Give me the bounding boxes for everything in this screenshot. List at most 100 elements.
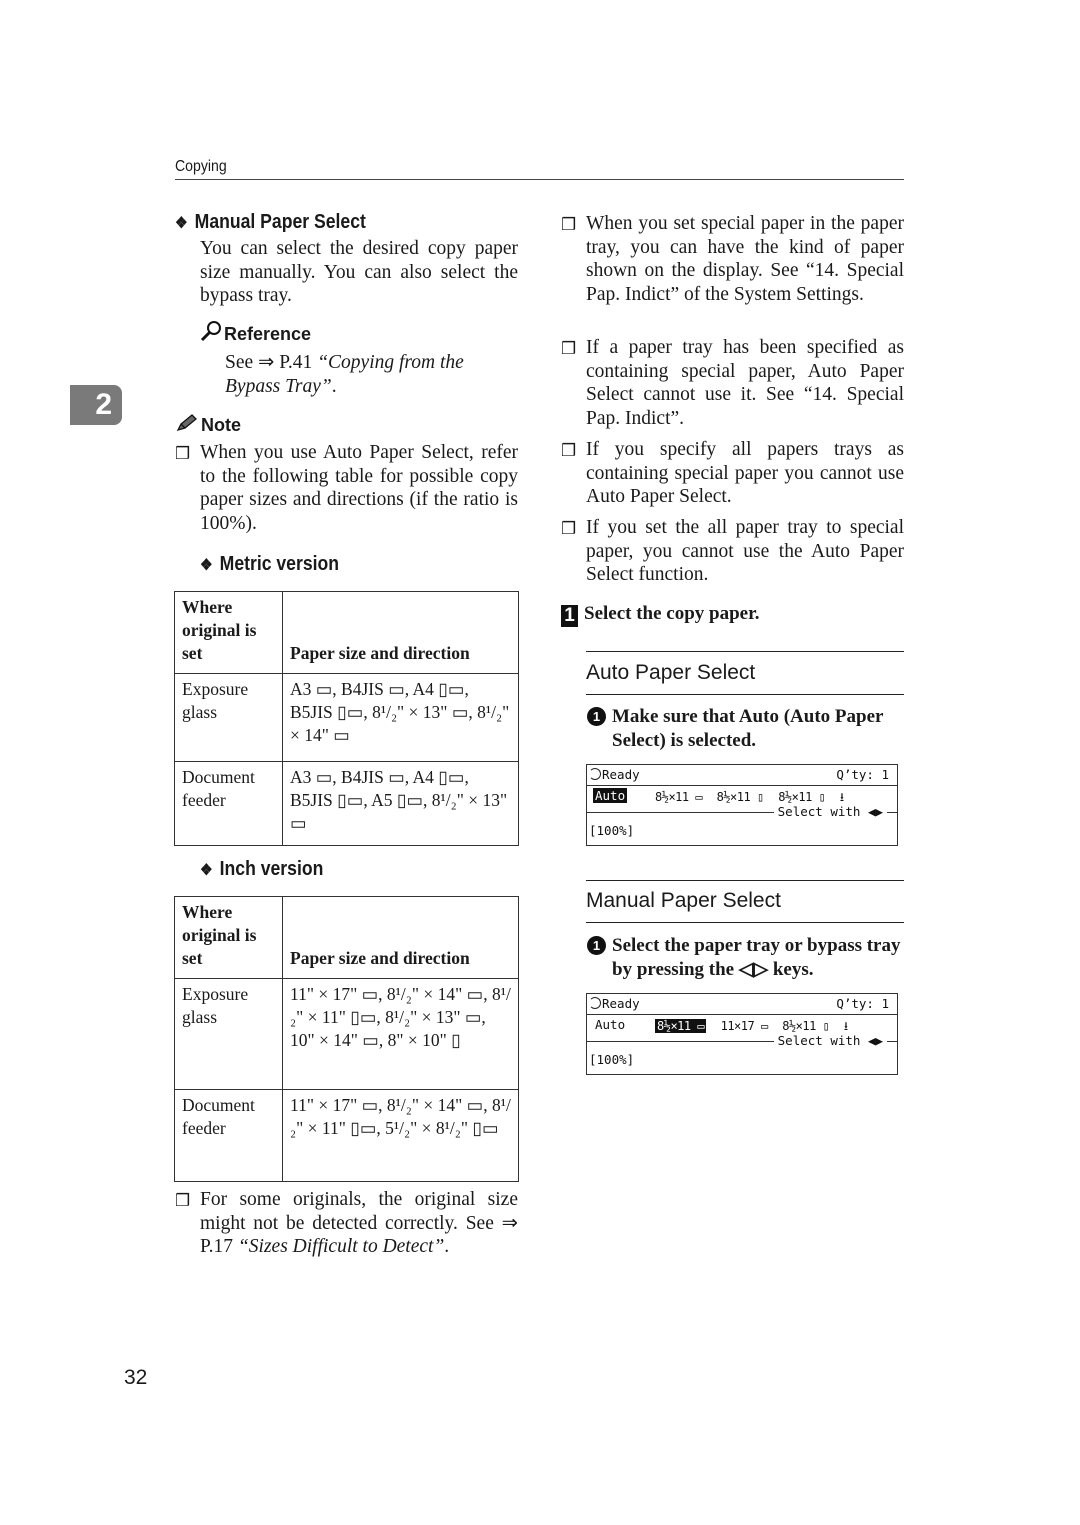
pencil-icon	[176, 414, 197, 432]
lcd-panel-manual: Ready Q’ty: 1 Auto 8½×11 ▭ 11×17 ▭ 8½×11…	[586, 993, 898, 1075]
table-row: Exposure glass A3 ▭, B4JIS ▭, A4 ▯▭, B5J…	[174, 673, 519, 762]
reference-label: Reference	[224, 324, 312, 344]
metric-version-heading: ❖ Metric version	[200, 553, 339, 576]
right-note-1: ❒ When you set special paper in the pape…	[561, 212, 904, 306]
where-cell: Document feeder	[174, 1089, 283, 1182]
section-rule	[586, 880, 904, 881]
manual-paper-select-body: You can select the desired copy paper si…	[200, 238, 518, 306]
lcd-tray-option[interactable]: 11×17 ▭	[721, 1019, 769, 1033]
lcd-panel-auto: Ready Q’ty: 1 Auto 8½×11 ▭ 8½×11 ▯ 8½×11…	[586, 764, 898, 846]
checkbox-bullet-icon: ❒	[561, 339, 577, 359]
lcd-tray-option[interactable]: 8½×11 ▭	[655, 790, 703, 804]
lcd-status: Ready	[589, 767, 640, 782]
sizes-cell: 11" × 17" ▭, 8¹/₂" × 14" ▭, 8¹/₂" × 11" …	[282, 978, 519, 1090]
heading-text: Metric version	[219, 553, 339, 575]
auto-substep: 1 Make sure that Auto (Auto Paper Select…	[587, 705, 904, 752]
table-row: Document feeder A3 ▭, B4JIS ▭, A4 ▯▭, B5…	[174, 761, 519, 846]
section-rule	[586, 922, 904, 923]
inch-version-heading: ❖ Inch version	[200, 858, 323, 881]
lcd-tray-option[interactable]: 8½×11 ▯	[782, 1019, 830, 1033]
note-text: When you set special paper in the paper …	[586, 213, 904, 305]
lcd-tray-row: Auto 8½×11 ▭ 11×17 ▭ 8½×11 ▯ ⭳	[587, 1016, 897, 1033]
lcd-status-row: Ready Q’ty: 1	[587, 765, 897, 786]
lcd-ratio: [100%]	[589, 1052, 635, 1067]
page-number: 32	[124, 1366, 148, 1389]
diamond-bullet-icon: ❖	[200, 557, 213, 574]
status-text: Ready	[602, 996, 640, 1011]
note-text: If you set the all paper tray to special…	[586, 517, 904, 585]
lcd-tray-option-selected[interactable]: 8½×11 ▭	[655, 1019, 707, 1033]
note-text: When you use Auto Paper Select, refer to…	[200, 442, 518, 534]
chapter-tab: 2	[70, 385, 122, 425]
lcd-status-row: Ready Q’ty: 1	[587, 994, 897, 1015]
substep-text: Select the paper tray or bypass tray by …	[612, 935, 901, 980]
note-text: If you specify all papers trays as conta…	[586, 439, 904, 507]
auto-paper-select-title: Auto Paper Select	[586, 661, 756, 684]
where-cell: Exposure glass	[174, 978, 283, 1090]
lcd-tray-row: Auto 8½×11 ▭ 8½×11 ▯ 8½×11 ▯ ⭳	[587, 787, 897, 804]
note-title: Note	[175, 413, 241, 436]
section-rule	[586, 651, 904, 652]
checkbox-bullet-icon: ❒	[561, 441, 577, 461]
reference-text: See ⇒ P.41 “Copying from the Bypass Tray…	[225, 351, 519, 398]
manual-paper-select-title: Manual Paper Select	[586, 889, 781, 912]
checkbox-bullet-icon: ❒	[175, 1191, 191, 1211]
reference-prefix: See ⇒ P.41	[225, 352, 318, 373]
checkbox-bullet-icon: ❒	[175, 444, 191, 464]
detect-note-link[interactable]: “Sizes Difficult to Detect”	[238, 1236, 444, 1257]
sizes-cell: A3 ▭, B4JIS ▭, A4 ▯▭, B5JIS ▯▭, 8¹/₂" × …	[282, 673, 519, 762]
diamond-bullet-icon: ❖	[200, 862, 213, 879]
circled-number-icon: 1	[587, 707, 606, 726]
status-text: Ready	[602, 767, 640, 782]
lcd-ratio: [100%]	[589, 823, 635, 838]
note-label: Note	[201, 415, 241, 435]
sizes-cell: 11" × 17" ▭, 8¹/₂" × 14" ▭, 8¹/₂" × 11" …	[282, 1089, 519, 1182]
step-text: Select the copy paper.	[584, 603, 760, 624]
checkbox-bullet-icon: ❒	[561, 215, 577, 235]
table-header-row: Where original is set Paper size and dir…	[174, 591, 519, 674]
header-where: Where original is set	[174, 591, 283, 674]
right-note-3: ❒ If you specify all papers trays as con…	[561, 438, 904, 509]
ready-ring-icon	[589, 997, 601, 1009]
right-note-2: ❒ If a paper tray has been specified as …	[561, 336, 904, 430]
table-row: Exposure glass 11" × 17" ▭, 8¹/₂" × 14" …	[174, 978, 519, 1090]
where-cell: Exposure glass	[174, 673, 283, 762]
table-header-row: Where original is set Paper size and dir…	[174, 896, 519, 979]
note-text: If a paper tray has been specified as co…	[586, 337, 904, 429]
magnifier-icon	[200, 321, 221, 342]
note-item: ❒ When you use Auto Paper Select, refer …	[175, 441, 518, 535]
step-number-badge: 1	[561, 605, 578, 627]
detect-note-suffix: .	[444, 1236, 450, 1257]
lcd-tray-option[interactable]: 8½×11 ▯	[717, 790, 765, 804]
lcd-auto-option[interactable]: Auto	[593, 1017, 627, 1032]
diamond-bullet-icon: ❖	[175, 215, 188, 232]
header-where: Where original is set	[174, 896, 283, 979]
where-cell: Document feeder	[174, 761, 283, 846]
section-rule	[586, 694, 904, 695]
header-paper-size: Paper size and direction	[282, 591, 519, 674]
manual-paper-select-heading: ❖ Manual Paper Select	[175, 211, 366, 234]
table-row: Document feeder 11" × 17" ▭, 8¹/₂" × 14"…	[174, 1089, 519, 1182]
header-paper-size: Paper size and direction	[282, 896, 519, 979]
circled-number-icon: 1	[587, 936, 606, 955]
right-note-4: ❒ If you set the all paper tray to speci…	[561, 516, 904, 587]
reference-suffix: .	[331, 375, 337, 397]
lcd-select-hint: Select with ◀▶	[773, 1033, 887, 1048]
heading-text: Inch version	[219, 858, 324, 880]
step-1: 1 Select the copy paper.	[561, 603, 760, 627]
lcd-select-hint: Select with ◀▶	[773, 804, 887, 819]
metric-table: Where original is set Paper size and dir…	[174, 591, 519, 846]
inch-table: Where original is set Paper size and dir…	[174, 896, 519, 1182]
detect-note: ❒ For some originals, the original size …	[175, 1188, 518, 1259]
lcd-auto-option[interactable]: Auto	[593, 788, 628, 803]
reference-title: Reference	[200, 320, 311, 345]
bypass-tray-icon[interactable]: ⭳	[844, 1019, 848, 1033]
lcd-qty: Q’ty: 1	[836, 767, 889, 782]
manual-substep: 1 Select the paper tray or bypass tray b…	[587, 934, 904, 981]
bypass-tray-icon[interactable]: ⭳	[840, 790, 844, 804]
ready-ring-icon	[589, 768, 601, 780]
running-head: Copying	[175, 158, 227, 175]
heading-text: Manual Paper Select	[194, 211, 366, 233]
lcd-tray-option[interactable]: 8½×11 ▯	[778, 790, 826, 804]
substep-text: Make sure that Auto (Auto Paper Select) …	[612, 706, 884, 751]
